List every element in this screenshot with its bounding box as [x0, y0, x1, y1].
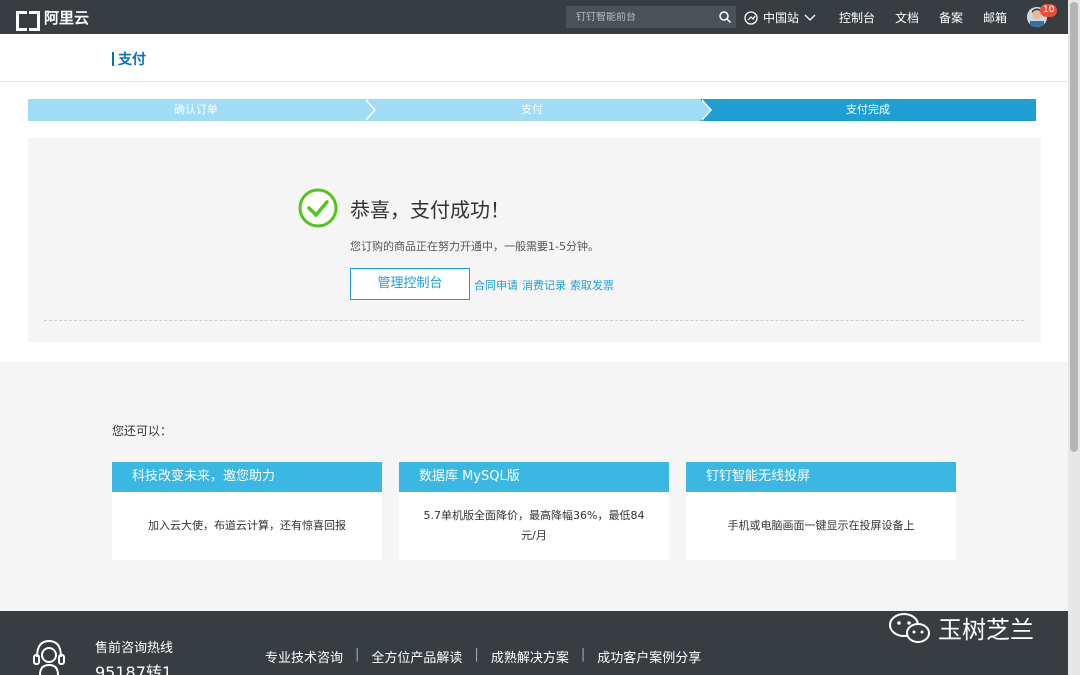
page-header: 支付	[0, 34, 1068, 82]
card-title: 科技改变未来，邀您助力	[112, 462, 382, 492]
card-title: 钉钉智能无线投屏	[686, 462, 956, 492]
aliyun-logo-icon	[16, 9, 40, 31]
notification-badge[interactable]: 10	[1040, 4, 1058, 17]
step-arrow	[364, 99, 374, 121]
manage-console-button[interactable]: 管理控制台	[350, 268, 470, 300]
watermark-text: 玉树芝兰	[938, 616, 1034, 644]
footer-separator: |	[474, 647, 479, 662]
step-label: 支付完成	[846, 103, 890, 116]
step-arrow	[700, 99, 710, 121]
nav-docs[interactable]: 文档	[895, 9, 919, 26]
success-title: 恭喜，支付成功！	[350, 198, 510, 222]
step-confirm-order: 确认订单	[28, 99, 376, 121]
main-content: 确认订单 支付 支付完成 恭喜，支付成功！ 您订购的商品正在努力开通中，一般需要…	[0, 82, 1068, 362]
title-accent-bar	[112, 52, 114, 66]
footer-separator: |	[355, 647, 360, 662]
footer-link-case-studies[interactable]: 成功客户案例分享	[597, 647, 701, 666]
scrollbar[interactable]	[1068, 0, 1080, 675]
region-label: 中国站	[763, 11, 800, 25]
progress-steps: 确认订单 支付 支付完成	[28, 99, 1036, 121]
step-label: 确认订单	[174, 103, 218, 116]
check-circle-icon	[298, 188, 338, 228]
scrollbar-thumb[interactable]	[1070, 2, 1078, 452]
card-title: 数据库 MySQL版	[399, 462, 669, 492]
success-panel: 恭喜，支付成功！ 您订购的商品正在努力开通中，一般需要1-5分钟。 管理控制台 …	[28, 138, 1041, 342]
card-body: 5.7单机版全面降价，最高降幅36%，最低84元/月	[423, 509, 645, 542]
success-description: 您订购的商品正在努力开通中，一般需要1-5分钟。	[350, 240, 599, 253]
footer-links: 专业技术咨询 | 全方位产品解读 | 成熟解决方案 | 成功客户案例分享	[265, 647, 701, 666]
promo-cards: 科技改变未来，邀您助力 加入云大使，布道云计算，还有惊喜回报 数据库 MySQL…	[112, 462, 956, 560]
dashed-divider	[44, 320, 1024, 321]
footer-link-solutions[interactable]: 成熟解决方案	[491, 647, 569, 666]
promo-card-screencast[interactable]: 钉钉智能无线投屏 手机或电脑画面一键显示在投屏设备上	[686, 462, 956, 560]
region-selector[interactable]: 中国站	[744, 9, 816, 26]
request-invoice-link[interactable]: 索取发票	[570, 277, 614, 293]
top-navbar: 阿里云 中国站 控制台 文档 备案 邮箱 10	[0, 0, 1068, 34]
hotline-label: 售前咨询热线	[95, 641, 174, 656]
step-pay-complete: 支付完成	[700, 99, 1036, 121]
nav-mail[interactable]: 邮箱	[983, 9, 1007, 26]
step-pay: 支付	[364, 99, 712, 121]
wechat-icon	[889, 612, 930, 643]
step-label: 支付	[521, 103, 543, 116]
search-input[interactable]	[566, 11, 711, 23]
footer-link-product-guide[interactable]: 全方位产品解读	[371, 647, 462, 666]
consumption-record-link[interactable]: 消费记录	[522, 277, 566, 293]
nav-console[interactable]: 控制台	[839, 9, 875, 26]
contract-apply-link[interactable]: 合同申请	[474, 277, 518, 293]
chevron-down-icon	[804, 14, 816, 21]
promo-card-ambassador[interactable]: 科技改变未来，邀您助力 加入云大使，布道云计算，还有惊喜回报	[112, 462, 382, 560]
hotline-number: 95187转1	[95, 663, 173, 675]
wechat-watermark: 玉树芝兰	[888, 610, 1034, 645]
card-body: 手机或电脑画面一键显示在投屏设备上	[727, 519, 915, 532]
globe-icon	[744, 10, 758, 25]
footer-link-tech-consult[interactable]: 专业技术咨询	[265, 647, 343, 666]
promo-card-mysql[interactable]: 数据库 MySQL版 5.7单机版全面降价，最高降幅36%，最低84元/月	[399, 462, 669, 560]
aliyun-logo[interactable]: 阿里云	[16, 7, 90, 31]
top-nav-links: 控制台 文档 备案 邮箱	[839, 9, 1007, 26]
page-title: 支付	[112, 49, 146, 69]
nav-filing[interactable]: 备案	[939, 9, 963, 26]
search-box[interactable]	[566, 6, 736, 28]
search-icon[interactable]	[718, 10, 732, 24]
headset-icon	[33, 639, 65, 675]
post-payment-links: 合同申请 消费记录 索取发票	[474, 277, 614, 293]
promo-label: 您还可以：	[112, 424, 173, 438]
card-body: 加入云大使，布道云计算，还有惊喜回报	[148, 519, 346, 532]
logo-text: 阿里云	[44, 9, 90, 27]
footer-separator: |	[580, 647, 586, 662]
page-title-text: 支付	[118, 52, 146, 68]
